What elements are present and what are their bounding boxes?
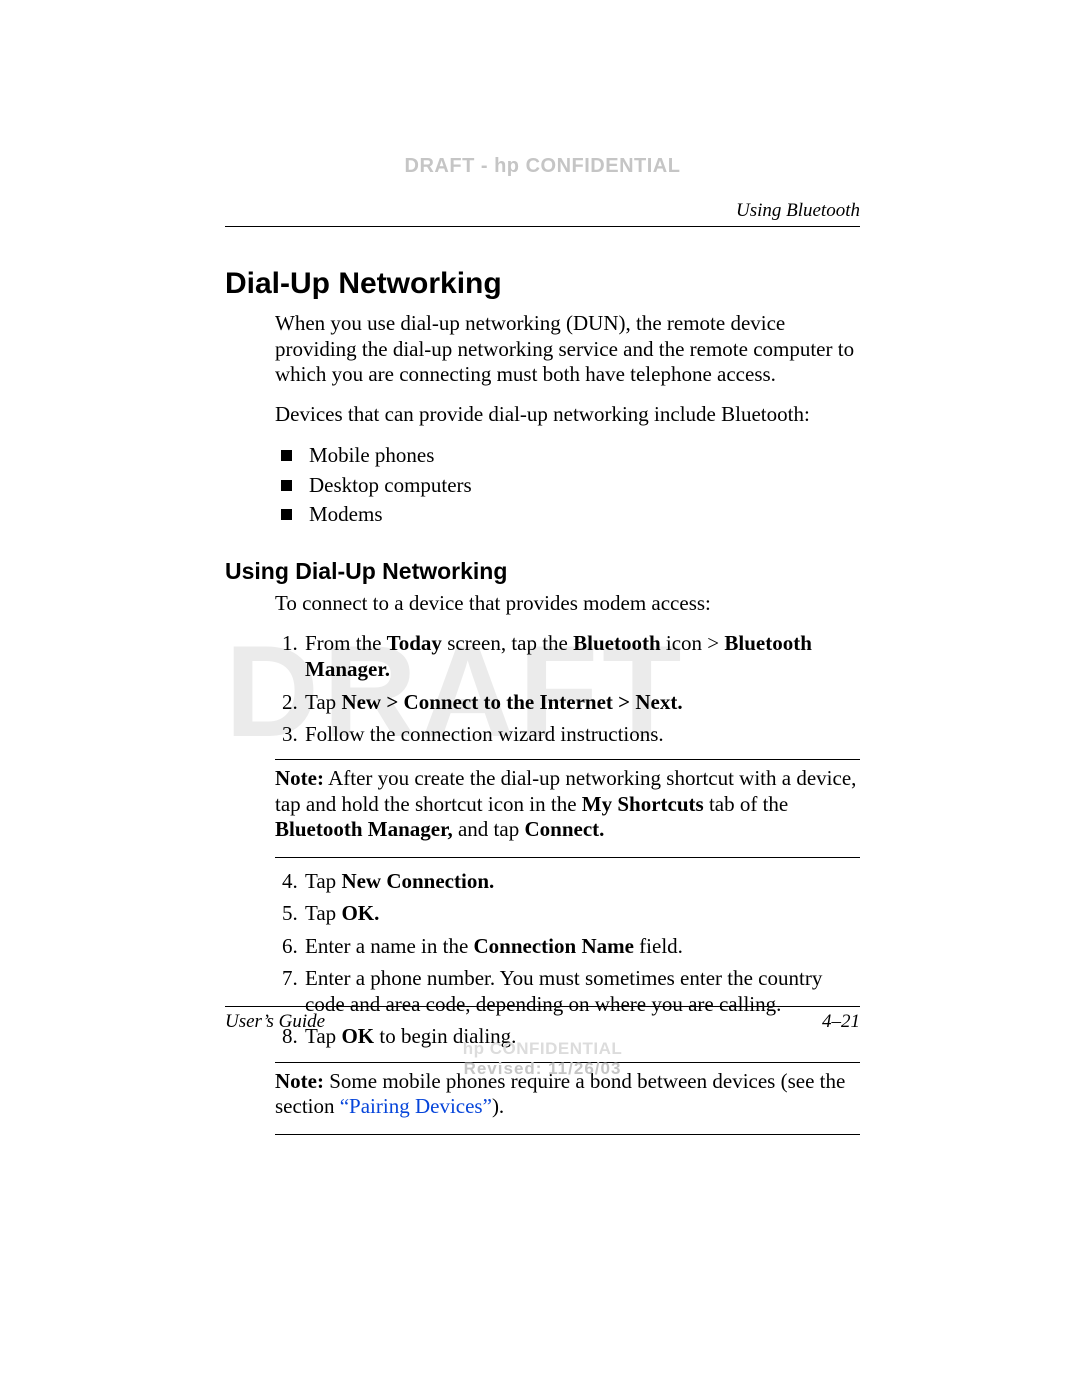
list-item: From the Today screen, tap the Bluetooth… [303,630,860,683]
list-item: Modems [275,500,860,529]
list-item: Follow the connection wizard instruction… [303,721,860,747]
running-head: Using Bluetooth [225,200,860,222]
intro-paragraph-1: When you use dial-up networking (DUN), t… [275,311,860,388]
list-item: Enter a name in the Connection Name fiel… [303,933,860,959]
footer-revised: Revised: 11/26/03 [225,1059,860,1079]
note-rule [275,857,860,858]
page-body: DRAFT - hp CONFIDENTIAL Using Bluetooth … [225,155,860,1141]
heading-1: Dial-Up Networking [225,267,860,301]
footer-rule [225,1006,860,1007]
note-rule [275,759,860,760]
watermark-wrap: DRAFT Using Dial-Up Networking To connec… [225,558,860,748]
footer-right: 4–21 [822,1011,860,1033]
note-rule [275,1134,860,1135]
heading-2: Using Dial-Up Networking [225,558,860,585]
list-item: Tap OK. [303,900,860,926]
note-1: Note: After you create the dial-up netwo… [275,766,860,843]
pairing-devices-link[interactable]: “Pairing Devices” [340,1094,492,1118]
ordered-list-1: From the Today screen, tap the Bluetooth… [275,630,860,747]
footer-confidential: hp CONFIDENTIAL [225,1039,860,1059]
footer: User’s Guide 4–21 hp CONFIDENTIAL Revise… [225,1006,860,1079]
bullet-list: Mobile phones Desktop computers Modems [275,441,860,529]
body-block: When you use dial-up networking (DUN), t… [275,311,860,530]
footer-left: User’s Guide [225,1011,325,1033]
list-item: Tap New > Connect to the Internet > Next… [303,689,860,715]
list-item: Tap New Connection. [303,868,860,894]
top-rule [225,226,860,227]
list-item: Desktop computers [275,471,860,500]
intro-paragraph-2: Devices that can provide dial-up network… [275,402,860,428]
list-item: Mobile phones [275,441,860,470]
top-confidential: DRAFT - hp CONFIDENTIAL [225,155,860,178]
lead-paragraph: To connect to a device that provides mod… [275,591,860,617]
